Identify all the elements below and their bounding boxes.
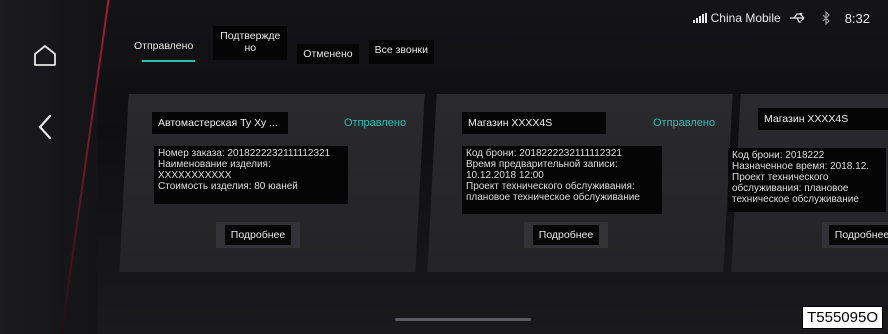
detail-line: Номер заказа: 2018222232111112321 [158,148,331,159]
clock: 8:32 [844,10,870,26]
card-shop-name: Автомастерская Ту Ху ... [152,112,288,134]
watermark-code: T555095O [802,306,883,329]
order-card[interactable]: Магазин XXXX4S Код брони: 2018222 Назнач… [728,94,888,272]
details-button[interactable]: Подробнее [216,222,300,248]
order-card[interactable]: Автомастерская Ту Ху ... Отправлено Номе… [119,94,425,272]
card-shop-name: Магазин XXXX4S [462,112,606,134]
tab-sent[interactable]: Отправлено [124,26,203,62]
chevron-left-icon [38,114,52,140]
home-icon [34,45,56,66]
tab-confirmed[interactable]: Подтвержде но [213,26,288,60]
bluetooth-icon [822,11,830,25]
carrier-name: China Mobile [710,11,781,25]
detail-line: Код брони: 2018222232111112321 [466,148,622,159]
detail-line: Проект технического [732,172,829,183]
card-details: Код брони: 2018222 Назначенное время: 20… [728,148,886,212]
usb-icon [789,12,805,23]
back-button[interactable] [28,110,62,144]
detail-line: Стоимость изделия: 80 юаней [158,181,298,192]
detail-line: Время предварительной записи: [466,159,618,170]
card-shop-name: Магазин XXXX4S [758,108,888,130]
card-details: Номер заказа: 2018222232111112321 Наимен… [154,146,348,204]
details-button[interactable]: Подробнее [822,222,888,248]
tab-all-calls[interactable]: Все звонки [368,40,434,64]
order-card[interactable]: Магазин XXXX4S Отправлено Код брони: 201… [427,94,733,272]
detail-line: 10.12.2018 12:00 [466,170,544,181]
home-button[interactable] [28,38,62,72]
status-bar: China Mobile 8:32 [692,8,870,28]
detail-line: Назначенное время: 2018.12. [732,161,870,172]
detail-line: Код брони: 2018222 [732,150,825,161]
details-button-label: Подробнее [532,225,600,245]
tab-cancelled[interactable]: Отменено [297,44,359,64]
detail-line: плановое техническое обслуживание [466,192,640,203]
detail-line: техническое обслуживание [732,194,859,205]
home-indicator-bar[interactable] [395,318,531,321]
app-screen: China Mobile 8:32 Отправлено Подтвержде … [0,0,888,334]
detail-line: Наименование изделия: [158,159,271,170]
detail-line: обслуживания: плановое [732,183,849,194]
card-details: Код брони: 2018222232111112321 Время пре… [462,146,662,214]
card-status: Отправлено [653,117,716,129]
signal-icon [692,13,707,23]
detail-line: XXXXXXXXXXX [158,170,232,181]
card-status: Отправлено [344,117,407,129]
detail-line: Проект технического обслуживания: [466,181,635,192]
details-button-label: Подробнее [224,225,292,245]
details-button-label: Подробнее [828,225,888,245]
order-tabs: Отправлено Подтвержде но Отменено Все зв… [124,26,434,64]
details-button[interactable]: Подробнее [524,222,608,248]
